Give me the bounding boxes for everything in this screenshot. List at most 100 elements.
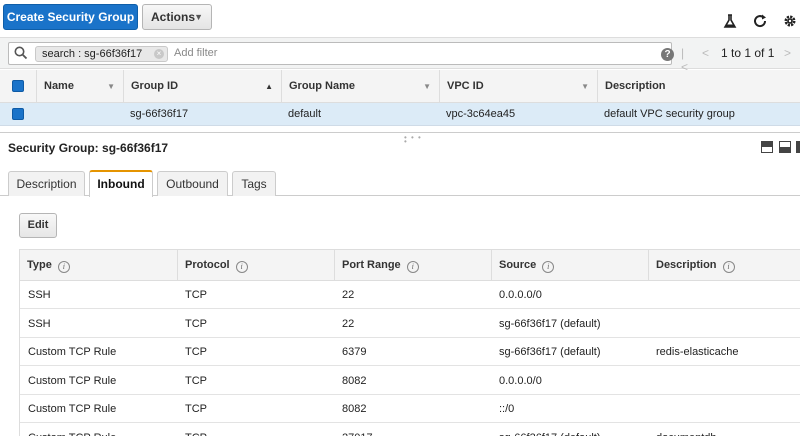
column-group-name-label: Group Name	[289, 80, 356, 92]
rule-description	[648, 367, 656, 395]
close-icon[interactable]: ×	[154, 49, 164, 59]
actions-dropdown-button[interactable]: Actions ▼	[142, 4, 212, 30]
rule-type: SSH	[28, 317, 51, 330]
rule-source: ::/0	[499, 403, 515, 415]
rule-port-range: 8082	[342, 403, 367, 415]
column-rule-description-label: Description	[656, 259, 717, 271]
pagination-label: 1 to 1 of 1	[721, 46, 775, 60]
column-source: Source i	[491, 250, 648, 281]
rule-description: redis-elasticache	[656, 346, 739, 358]
rule-port-range: 22	[342, 317, 355, 330]
chevron-down-icon: ▼	[194, 12, 203, 22]
flask-icon[interactable]	[722, 13, 738, 29]
rule-description: documentdb	[648, 424, 717, 436]
tab-tags[interactable]: Tags	[232, 171, 276, 196]
table-row: Custom TCP Rule TCP 6379 sg-66f36f17 (defau…	[20, 338, 800, 366]
security-groups-table-header: Name ▼ Group ID ▲ Group Name ▼ VPC ID ▼ …	[0, 70, 800, 103]
rule-protocol: TCP	[177, 424, 207, 436]
column-vpc-id-label: VPC ID	[447, 80, 484, 92]
info-icon[interactable]: i	[57, 261, 70, 273]
column-protocol-label: Protocol	[185, 259, 230, 271]
gear-icon[interactable]	[782, 13, 798, 29]
table-row: Custom TCP Rule TCP 27017 sg-66f36f17 (defa…	[20, 424, 800, 436]
chevron-down-icon[interactable]: ▼	[423, 70, 431, 103]
chevron-down-icon[interactable]: ▼	[581, 70, 589, 103]
row-group-id: sg-66f36f17	[130, 108, 189, 120]
search-box[interactable]: search : sg-66f36f17 × Add filter ?	[8, 42, 674, 65]
rule-type: Custom TCP Rule	[20, 424, 116, 436]
info-icon[interactable]: i	[542, 261, 555, 273]
detail-title: Security Group: sg-66f36f17	[8, 141, 169, 155]
column-description-label: Description	[605, 80, 666, 92]
next-page-icon[interactable]: >	[784, 46, 791, 60]
edit-button[interactable]: Edit	[19, 213, 57, 238]
inbound-rules-table: Type i Protocol i Port Range i Source i Desc…	[19, 249, 800, 436]
refresh-icon[interactable]	[752, 13, 768, 29]
table-row: SSH TCP 22 sg-66f36f17 (default)	[20, 310, 800, 338]
rule-type: Custom TCP Rule	[28, 346, 117, 358]
filter-chip-label: search : sg-66f36f17	[42, 48, 143, 60]
info-icon[interactable]: i	[722, 261, 735, 273]
column-port-range: Port Range i	[334, 250, 491, 281]
layout-bottom-icon[interactable]	[761, 141, 773, 153]
prev-page-icon[interactable]: <	[702, 46, 709, 60]
column-description[interactable]: Description	[597, 70, 800, 103]
create-security-group-button[interactable]: Create Security Group	[3, 4, 138, 30]
tab-description[interactable]: Description	[8, 171, 85, 196]
column-name[interactable]: Name ▼	[36, 70, 123, 103]
rule-source: sg-66f36f17 (default)	[499, 346, 601, 358]
rule-type: Custom TCP Rule	[28, 374, 117, 387]
column-name-label: Name	[44, 80, 74, 92]
rule-type: SSH	[28, 289, 51, 301]
rule-protocol: TCP	[185, 403, 207, 415]
tab-outbound[interactable]: Outbound	[157, 171, 228, 196]
layout-side-icon[interactable]	[796, 141, 800, 153]
help-icon[interactable]: ?	[661, 48, 674, 61]
add-filter-input[interactable]: Add filter	[174, 47, 217, 59]
rule-source: sg-66f36f17 (default)	[499, 317, 601, 330]
column-source-label: Source	[499, 259, 537, 271]
column-port-range-label: Port Range	[342, 259, 401, 271]
panel-divider[interactable]	[0, 132, 800, 133]
row-checkbox[interactable]	[12, 108, 24, 120]
row-vpc-id: vpc-3c64ea45	[446, 108, 516, 120]
resize-grip[interactable]: • • • •	[404, 134, 428, 146]
filter-bar: search : sg-66f36f17 × Add filter ? |< <…	[0, 37, 800, 74]
info-icon[interactable]: i	[235, 261, 248, 273]
column-protocol: Protocol i	[177, 250, 334, 281]
rule-protocol: TCP	[185, 374, 207, 387]
table-row: Custom TCP Rule TCP 8082 0.0.0.0/0	[20, 367, 800, 395]
rule-protocol: TCP	[185, 346, 207, 358]
actions-label: Actions	[151, 10, 196, 24]
tab-inbound[interactable]: Inbound	[89, 170, 153, 197]
column-rule-description: Description i	[648, 250, 800, 281]
layout-top-icon[interactable]	[779, 141, 791, 153]
column-type-label: Type	[27, 259, 52, 271]
table-row: Custom TCP Rule TCP 8082::/0	[20, 395, 800, 423]
column-group-id[interactable]: Group ID ▲	[123, 70, 281, 103]
row-group-name: default	[288, 108, 322, 120]
rule-description	[648, 281, 656, 309]
rule-type: Custom TCP Rule	[28, 403, 117, 415]
detail-tabs: Description Inbound Outbound Tags	[0, 170, 800, 197]
filter-chip[interactable]: search : sg-66f36f17 ×	[35, 46, 168, 62]
column-group-name[interactable]: Group Name ▼	[281, 70, 439, 103]
select-all-checkbox[interactable]	[12, 80, 24, 92]
rule-source: sg-66f36f17 (default)	[491, 424, 601, 436]
rule-source: 0.0.0.0/0	[499, 374, 542, 387]
toolbar: Create Security Group Actions ▼	[0, 0, 800, 36]
table-row[interactable]: sg-66f36f17 default vpc-3c64ea45 default…	[0, 103, 800, 126]
table-row: SSH TCP 22 0.0.0.0/0	[20, 281, 800, 309]
search-icon	[14, 46, 28, 60]
column-type: Type i	[20, 250, 177, 281]
rule-description	[648, 310, 656, 338]
chevron-down-icon[interactable]: ▼	[107, 70, 115, 103]
column-vpc-id[interactable]: VPC ID ▼	[439, 70, 597, 103]
sort-ascending-icon[interactable]: ▲	[265, 70, 273, 103]
rule-port-range: 8082	[342, 374, 367, 387]
info-icon[interactable]: i	[406, 261, 419, 273]
rule-description	[648, 395, 656, 423]
column-group-id-label: Group ID	[131, 80, 179, 92]
rule-port-range: 6379	[342, 346, 367, 358]
rule-port-range: 27017	[334, 424, 373, 436]
